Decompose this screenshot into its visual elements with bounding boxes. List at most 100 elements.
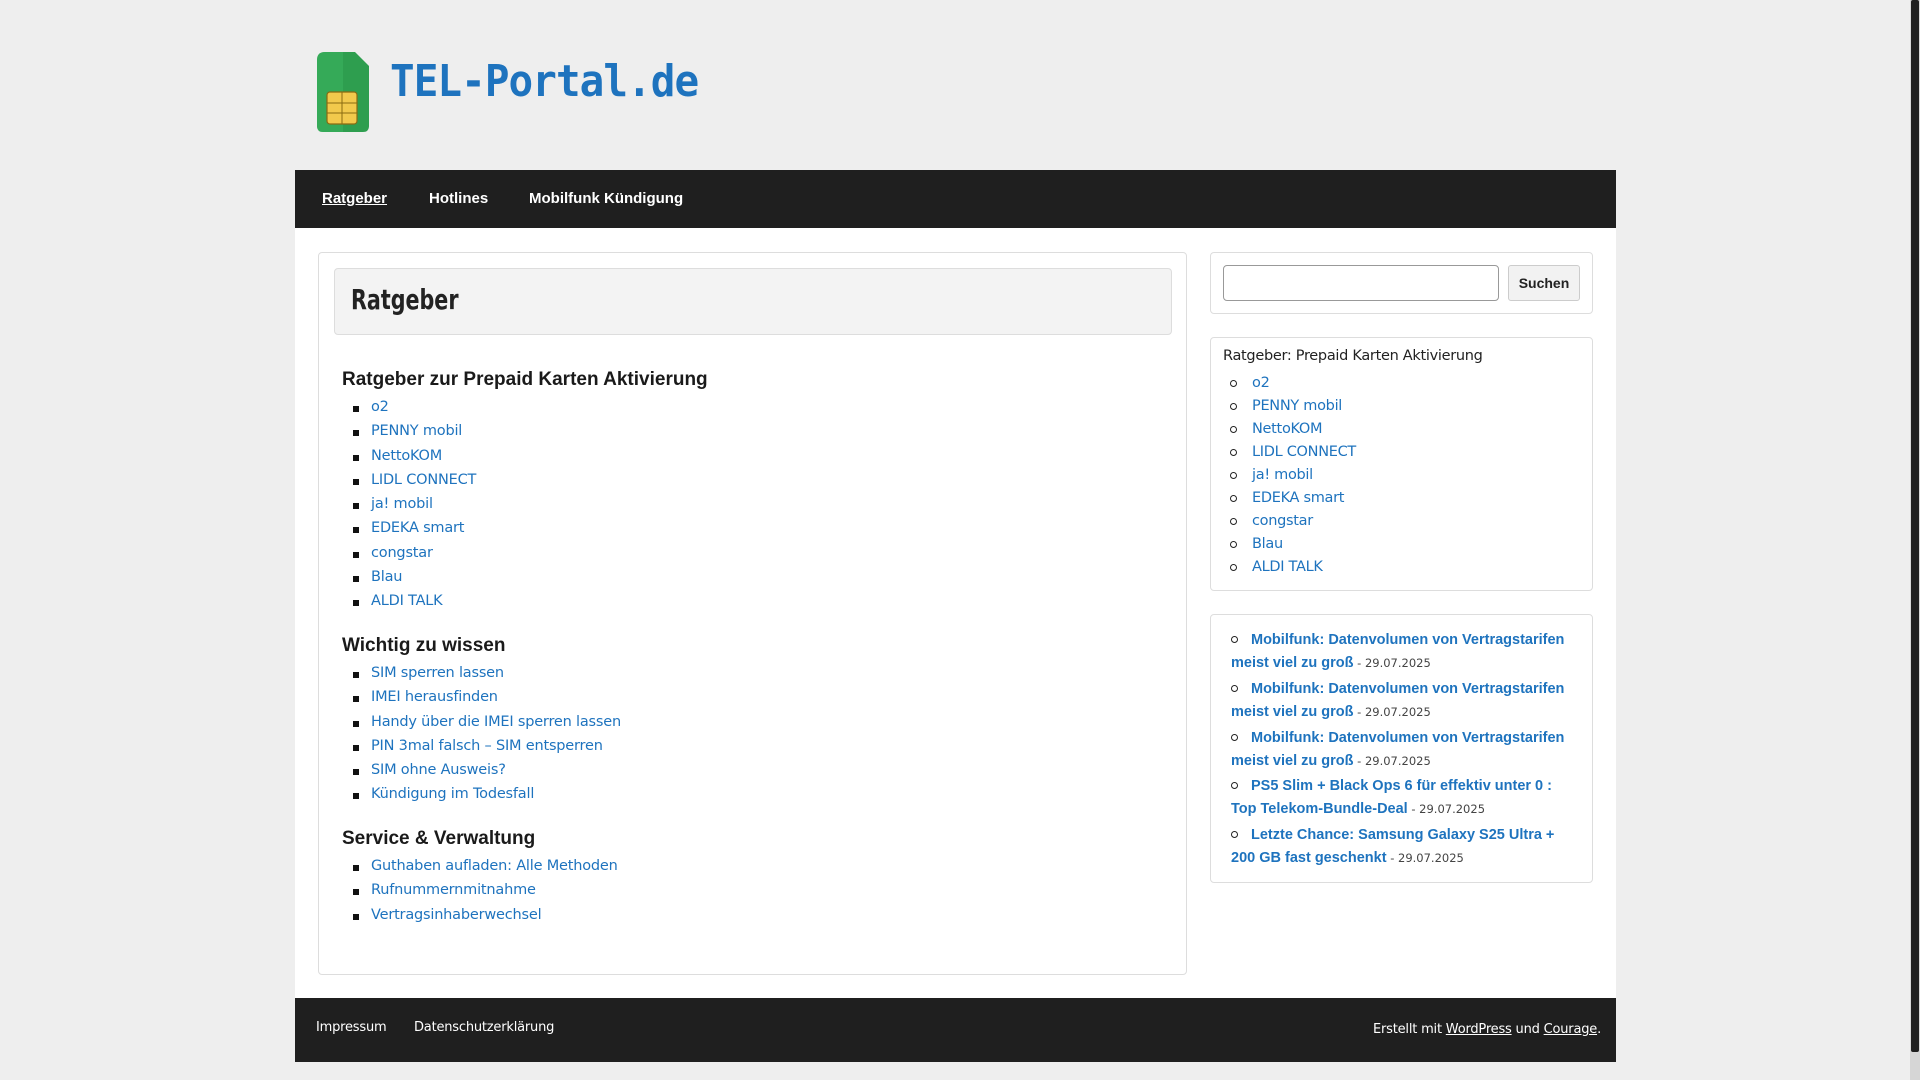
bullet: [1230, 495, 1237, 502]
widget-link-blau[interactable]: Blau: [1252, 536, 1283, 552]
widget-link-penny-mobil[interactable]: PENNY mobil: [1252, 398, 1342, 414]
link-sim-ohne-ausweis[interactable]: SIM ohne Ausweis?: [371, 762, 506, 778]
news-item: Mobilfunk: Datenvolumen von Vertragstari…: [1231, 629, 1581, 678]
search-widget: Suchen: [1210, 252, 1593, 314]
bullet: [353, 454, 359, 461]
bullet: [353, 865, 359, 871]
list-item[interactable]: IMEI herausfinden: [353, 689, 621, 713]
list-item[interactable]: ALDI TALK: [1230, 559, 1356, 582]
link-pin-falsch[interactable]: PIN 3mal falsch – SIM entsperren: [371, 738, 603, 754]
bullet: [1230, 403, 1237, 410]
list-item[interactable]: ja! mobil: [353, 496, 476, 520]
widget-link-nettokom[interactable]: NettoKOM: [1252, 421, 1323, 437]
news-date: - 29.07.2025: [1386, 851, 1464, 866]
list-item[interactable]: o2: [1230, 375, 1356, 398]
bullet: [353, 696, 359, 703]
list-item[interactable]: SIM sperren lassen: [353, 665, 621, 689]
site-title[interactable]: TEL-Portal.de: [390, 56, 699, 107]
bullet: [1231, 782, 1238, 790]
bullet: [353, 913, 359, 920]
link-kuendigung-todesfall[interactable]: Kündigung im Todesfall: [371, 786, 534, 802]
bullet: [1231, 831, 1238, 839]
courage-link[interactable]: Courage: [1544, 1022, 1598, 1037]
wordpress-link[interactable]: WordPress: [1446, 1022, 1512, 1037]
bullet: [353, 478, 359, 485]
list-item[interactable]: PIN 3mal falsch – SIM entsperren: [353, 738, 621, 762]
bullet: [1231, 684, 1238, 692]
bullet: [353, 406, 359, 412]
list-item[interactable]: congstar: [353, 545, 476, 569]
bullet: [353, 527, 359, 534]
scrollbar-thumb[interactable]: [1911, 0, 1919, 1052]
link-aldi-talk[interactable]: ALDI TALK: [371, 593, 443, 609]
list-item[interactable]: Blau: [353, 569, 476, 593]
list-item[interactable]: Handy über die IMEI sperren lassen: [353, 714, 621, 738]
nav-item-mobilfunk-kuendigung[interactable]: Mobilfunk Kündigung: [529, 190, 683, 207]
bullet: [1230, 380, 1237, 387]
news-link[interactable]: PS5 Slim + Black Ops 6 für effektiv unte…: [1231, 778, 1552, 817]
link-rufnummernmitnahme[interactable]: Rufnummernmitnahme: [371, 882, 536, 898]
link-imei-herausfinden[interactable]: IMEI herausfinden: [371, 689, 498, 705]
link-congstar[interactable]: congstar: [371, 545, 433, 561]
link-o2[interactable]: o2: [371, 399, 389, 415]
link-guthaben-aufladen[interactable]: Guthaben aufladen: Alle Methoden: [371, 858, 618, 874]
widget-link-o2[interactable]: o2: [1252, 375, 1270, 391]
list-item[interactable]: LIDL CONNECT: [353, 472, 476, 496]
bullet: [353, 503, 359, 510]
widget-link-edeka-smart[interactable]: EDEKA smart: [1252, 490, 1344, 506]
list-item[interactable]: Kündigung im Todesfall: [353, 786, 621, 810]
section-heading-wichtig: Wichtig zu wissen: [342, 635, 506, 656]
list-item[interactable]: SIM ohne Ausweis?: [353, 762, 621, 786]
link-ja-mobil[interactable]: ja! mobil: [371, 496, 433, 512]
link-sim-sperren[interactable]: SIM sperren lassen: [371, 665, 504, 681]
link-edeka-smart[interactable]: EDEKA smart: [371, 520, 464, 536]
site-footer: Impressum Datenschutzerklärung Erstellt …: [295, 998, 1616, 1062]
nav-item-ratgeber[interactable]: Ratgeber: [322, 190, 387, 207]
sim-card-icon[interactable]: [317, 52, 369, 132]
footer-link-datenschutz[interactable]: Datenschutzerklärung: [414, 1020, 554, 1035]
list-item[interactable]: ALDI TALK: [353, 593, 476, 617]
link-vertragsinhaberwechsel[interactable]: Vertragsinhaberwechsel: [371, 907, 542, 923]
search-input[interactable]: [1223, 265, 1499, 301]
list-item[interactable]: Rufnummernmitnahme: [353, 882, 618, 906]
list-item[interactable]: EDEKA smart: [1230, 490, 1356, 513]
news-date: - 29.07.2025: [1353, 656, 1431, 670]
link-penny-mobil[interactable]: PENNY mobil: [371, 423, 462, 439]
prepaid-widget: Ratgeber: Prepaid Karten Aktivierung o2 …: [1210, 337, 1593, 591]
footer-credit: Erstellt mit WordPress und Courage.: [1373, 1022, 1601, 1037]
bullet: [1231, 733, 1238, 741]
news-item: Mobilfunk: Datenvolumen von Vertragstari…: [1231, 678, 1581, 727]
widget-link-lidl-connect[interactable]: LIDL CONNECT: [1252, 444, 1356, 460]
main-content: Ratgeber Ratgeber zur Prepaid Karten Akt…: [318, 252, 1187, 975]
list-item[interactable]: Vertragsinhaberwechsel: [353, 907, 618, 931]
link-nettokom[interactable]: NettoKOM: [371, 448, 442, 464]
bullet: [353, 889, 359, 896]
nav-item-hotlines[interactable]: Hotlines: [429, 190, 488, 207]
page-scrollbar[interactable]: [1910, 0, 1920, 1080]
footer-link-impressum[interactable]: Impressum: [316, 1020, 387, 1035]
list-item[interactable]: congstar: [1230, 513, 1356, 536]
widget-link-ja-mobil[interactable]: ja! mobil: [1252, 467, 1313, 483]
bullet: [353, 551, 359, 558]
list-item[interactable]: ja! mobil: [1230, 467, 1356, 490]
widget-link-congstar[interactable]: congstar: [1252, 513, 1313, 529]
list-item[interactable]: NettoKOM: [1230, 421, 1356, 444]
link-handy-imei-sperren[interactable]: Handy über die IMEI sperren lassen: [371, 714, 621, 730]
link-blau[interactable]: Blau: [371, 569, 402, 585]
list-item[interactable]: Blau: [1230, 536, 1356, 559]
list-item[interactable]: EDEKA smart: [353, 520, 476, 544]
news-item: Letzte Chance: Samsung Galaxy S25 Ultra …: [1231, 824, 1581, 873]
list-item[interactable]: LIDL CONNECT: [1230, 444, 1356, 467]
link-lidl-connect[interactable]: LIDL CONNECT: [371, 472, 476, 488]
wichtig-link-list: SIM sperren lassen IMEI herausfinden Han…: [353, 665, 621, 811]
list-item[interactable]: PENNY mobil: [1230, 398, 1356, 421]
list-item[interactable]: o2: [353, 399, 476, 423]
widget-link-aldi-talk[interactable]: ALDI TALK: [1252, 559, 1323, 575]
news-item: Mobilfunk: Datenvolumen von Vertragstari…: [1231, 727, 1581, 776]
list-item[interactable]: NettoKOM: [353, 448, 476, 472]
search-button[interactable]: Suchen: [1508, 265, 1580, 301]
list-item[interactable]: Guthaben aufladen: Alle Methoden: [353, 858, 618, 882]
list-item[interactable]: PENNY mobil: [353, 423, 476, 447]
credit-suffix: .: [1597, 1022, 1601, 1037]
service-link-list: Guthaben aufladen: Alle Methoden Rufnumm…: [353, 858, 618, 931]
